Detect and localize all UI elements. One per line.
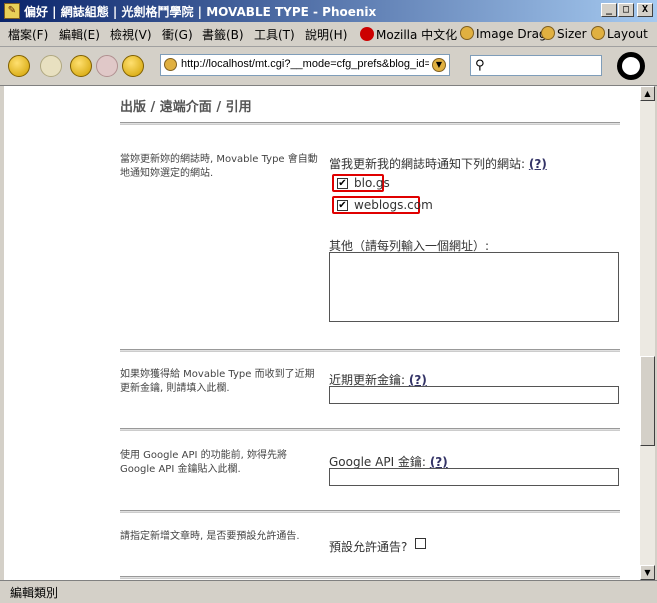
divider: [120, 349, 620, 352]
divider: [120, 122, 620, 125]
scroll-up-icon[interactable]: ▲: [640, 86, 655, 101]
pings-description: 請指定新增文章時, 是否要預設允許通告.: [120, 531, 300, 542]
mozilla-icon: [360, 27, 374, 41]
minimize-button[interactable]: _: [601, 3, 617, 17]
home-icon[interactable]: [122, 55, 144, 77]
back-arrow-icon[interactable]: [8, 55, 30, 77]
status-text: 編輯類別: [10, 586, 59, 600]
menu-file[interactable]: 檔案(F): [8, 26, 48, 43]
menu-bar: 檔案(F) 編輯(E) 檢視(V) 衝(G) 書籤(B) 工具(T) 說明(H)…: [0, 22, 657, 47]
google-api-description: 使用 Google API 的功能前, 妳得先將 Google API 金鑰貼入…: [120, 450, 287, 475]
menu-view[interactable]: 檢視(V): [110, 26, 152, 43]
recent-updates-description: 如果妳獲得給 Movable Type 而收到了近期更新金鑰, 則請填入此欄.: [120, 369, 315, 394]
site-weblogs-checkbox[interactable]: ✔: [337, 200, 348, 211]
notify-label: 當我更新我的網誌時通知下列的網站:: [329, 157, 526, 171]
bookmarklet-icon: [591, 26, 605, 40]
recent-updates-help-link[interactable]: (?): [409, 373, 427, 387]
vertical-scrollbar[interactable]: ▲ ▼: [640, 86, 655, 580]
menu-sizer[interactable]: Sizer: [541, 26, 587, 41]
stop-icon[interactable]: [96, 55, 118, 77]
status-bar: 編輯類別: [0, 580, 657, 603]
menu-tools[interactable]: 工具(T): [254, 26, 295, 43]
site-weblogs-label: weblogs.com: [354, 198, 433, 212]
page-content: 出版 / 遠端介面 / 引用 當妳更新妳的網誌時, Movable Type 會…: [4, 86, 640, 580]
menu-mozilla-zh-label: Mozilla 中文化: [376, 28, 458, 42]
search-input[interactable]: ⚲: [470, 55, 602, 76]
url-bar[interactable]: http://localhost/mt.cgi?__mode=cfg_prefs…: [160, 54, 450, 76]
app-icon: ✎: [4, 3, 20, 19]
page-icon: [164, 58, 177, 71]
pings-label: 預設允許通告?: [329, 540, 408, 554]
menu-layout[interactable]: Layout: [591, 26, 648, 41]
reload-icon[interactable]: [70, 55, 92, 77]
notify-help-link[interactable]: (?): [529, 157, 547, 171]
recent-updates-label: 近期更新金鑰:: [329, 373, 406, 387]
divider: [120, 428, 620, 431]
scroll-thumb[interactable]: [640, 356, 655, 446]
menu-image-drag-label: Image Drag: [476, 27, 547, 41]
menu-bookmarks[interactable]: 書籤(B): [202, 26, 244, 43]
site-weblogs-row[interactable]: ✔ weblogs.com: [332, 196, 433, 214]
menu-mozilla-zh[interactable]: Mozilla 中文化: [360, 26, 457, 43]
maximize-button[interactable]: □: [618, 3, 634, 17]
divider: [120, 576, 620, 579]
divider: [120, 510, 620, 513]
bookmarklet-icon: [541, 26, 555, 40]
google-api-label: Google API 金鑰:: [329, 455, 426, 469]
menu-image-drag[interactable]: Image Drag: [460, 26, 547, 41]
notify-description: 當妳更新妳的網誌時, Movable Type 會自動地通知妳選定的網站.: [120, 154, 318, 179]
close-button[interactable]: X: [637, 3, 653, 17]
recent-updates-key-input[interactable]: [329, 386, 619, 404]
menu-help[interactable]: 說明(H): [305, 26, 347, 43]
menu-go[interactable]: 衝(G): [162, 26, 193, 43]
bookmarklet-icon: [460, 26, 474, 40]
pings-checkbox[interactable]: [415, 538, 426, 549]
search-icon: ⚲: [475, 58, 485, 73]
menu-layout-label: Layout: [607, 27, 648, 41]
site-blogs-label: blo.gs: [354, 176, 390, 190]
google-api-key-input[interactable]: [329, 468, 619, 486]
google-api-help-link[interactable]: (?): [430, 455, 448, 469]
forward-arrow-icon[interactable]: [40, 55, 62, 77]
notify-label-row: 當我更新我的網誌時通知下列的網站: (?): [329, 155, 547, 172]
menu-edit[interactable]: 編輯(E): [59, 26, 100, 43]
title-bar: ✎ 偏好 | 網誌組態 | 光劍格鬥學院 | MOVABLE TYPE - Ph…: [0, 0, 657, 22]
url-text: http://localhost/mt.cgi?__mode=cfg_prefs…: [181, 58, 429, 70]
scroll-down-icon[interactable]: ▼: [640, 565, 655, 580]
dropdown-icon[interactable]: ▼: [432, 58, 446, 72]
section-title: 出版 / 遠端介面 / 引用: [120, 100, 252, 115]
site-blogs-row[interactable]: ✔ blo.gs: [332, 174, 390, 192]
window-title: 偏好 | 網誌組態 | 光劍格鬥學院 | MOVABLE TYPE - Phoe…: [24, 5, 377, 19]
site-blogs-checkbox[interactable]: ✔: [337, 178, 348, 189]
others-textarea[interactable]: [329, 252, 619, 322]
menu-sizer-label: Sizer: [557, 27, 587, 41]
throbber-icon: [617, 52, 645, 80]
